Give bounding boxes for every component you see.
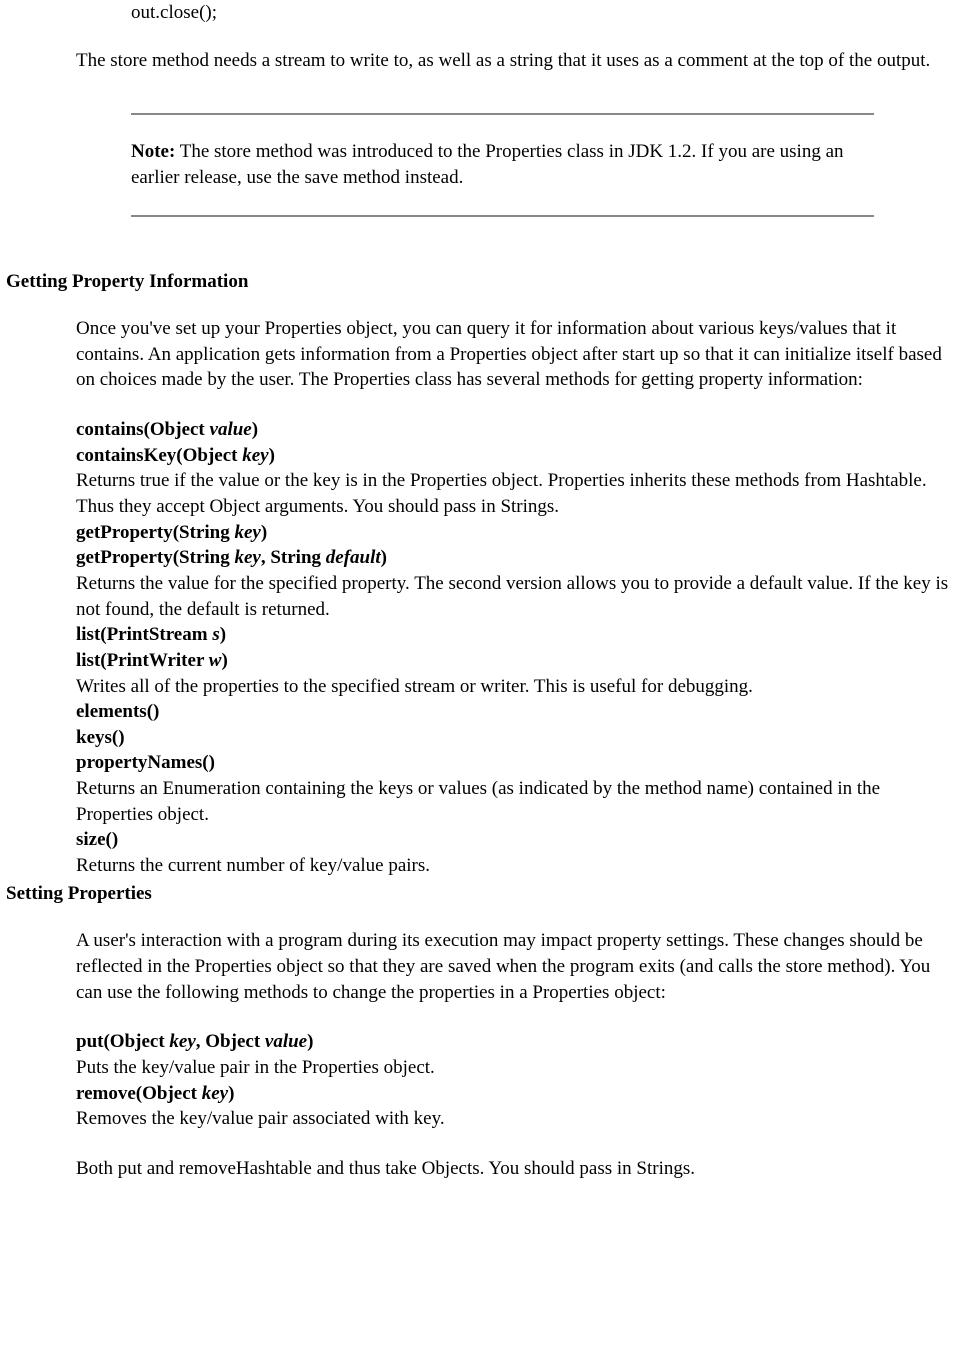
method-list-2: put(Object key, Object value) Puts the k… (6, 1029, 954, 1181)
size-desc: Returns the current number of key/value … (76, 853, 954, 879)
note-block: Note: The store method was introduced to… (6, 113, 874, 216)
section2-intro: A user's interaction with a program duri… (6, 928, 954, 1005)
contains-desc: Returns true if the value or the key is … (76, 468, 954, 519)
method-list-ps: list(PrintStream s) (76, 622, 954, 648)
note-text: The store method was introduced to the P… (131, 141, 844, 188)
note-body: Note: The store method was introduced to… (131, 115, 874, 214)
note-rule-bottom (131, 215, 874, 217)
section-heading-getting: Getting Property Information (6, 269, 954, 295)
method-getProperty2: getProperty(String key, String default) (76, 545, 954, 571)
method-propertyNames: propertyNames() (76, 750, 954, 776)
store-explain: The store method needs a stream to write… (6, 48, 954, 74)
put-desc: Puts the key/value pair in the Propertie… (76, 1055, 954, 1081)
method-remove: remove(Object key) (76, 1081, 954, 1107)
method-list-1: contains(Object value) containsKey(Objec… (6, 417, 954, 879)
getProperty-desc: Returns the value for the specified prop… (76, 571, 954, 622)
section1-intro: Once you've set up your Properties objec… (6, 316, 954, 393)
method-elements: elements() (76, 699, 954, 725)
method-size: size() (76, 827, 954, 853)
method-contains: contains(Object value) (76, 417, 954, 443)
both-note: Both put and removeHashtable and thus ta… (76, 1156, 954, 1182)
method-keys: keys() (76, 725, 954, 751)
code-line: out.close(); (6, 0, 954, 26)
enum-desc: Returns an Enumeration containing the ke… (76, 776, 954, 827)
section-heading-setting: Setting Properties (6, 881, 954, 907)
remove-desc: Removes the key/value pair associated wi… (76, 1106, 954, 1132)
list-desc: Writes all of the properties to the spec… (76, 674, 954, 700)
method-put: put(Object key, Object value) (76, 1029, 954, 1055)
method-list-pw: list(PrintWriter w) (76, 648, 954, 674)
note-label: Note: (131, 141, 175, 162)
method-containsKey: containsKey(Object key) (76, 443, 954, 469)
method-getProperty1: getProperty(String key) (76, 520, 954, 546)
